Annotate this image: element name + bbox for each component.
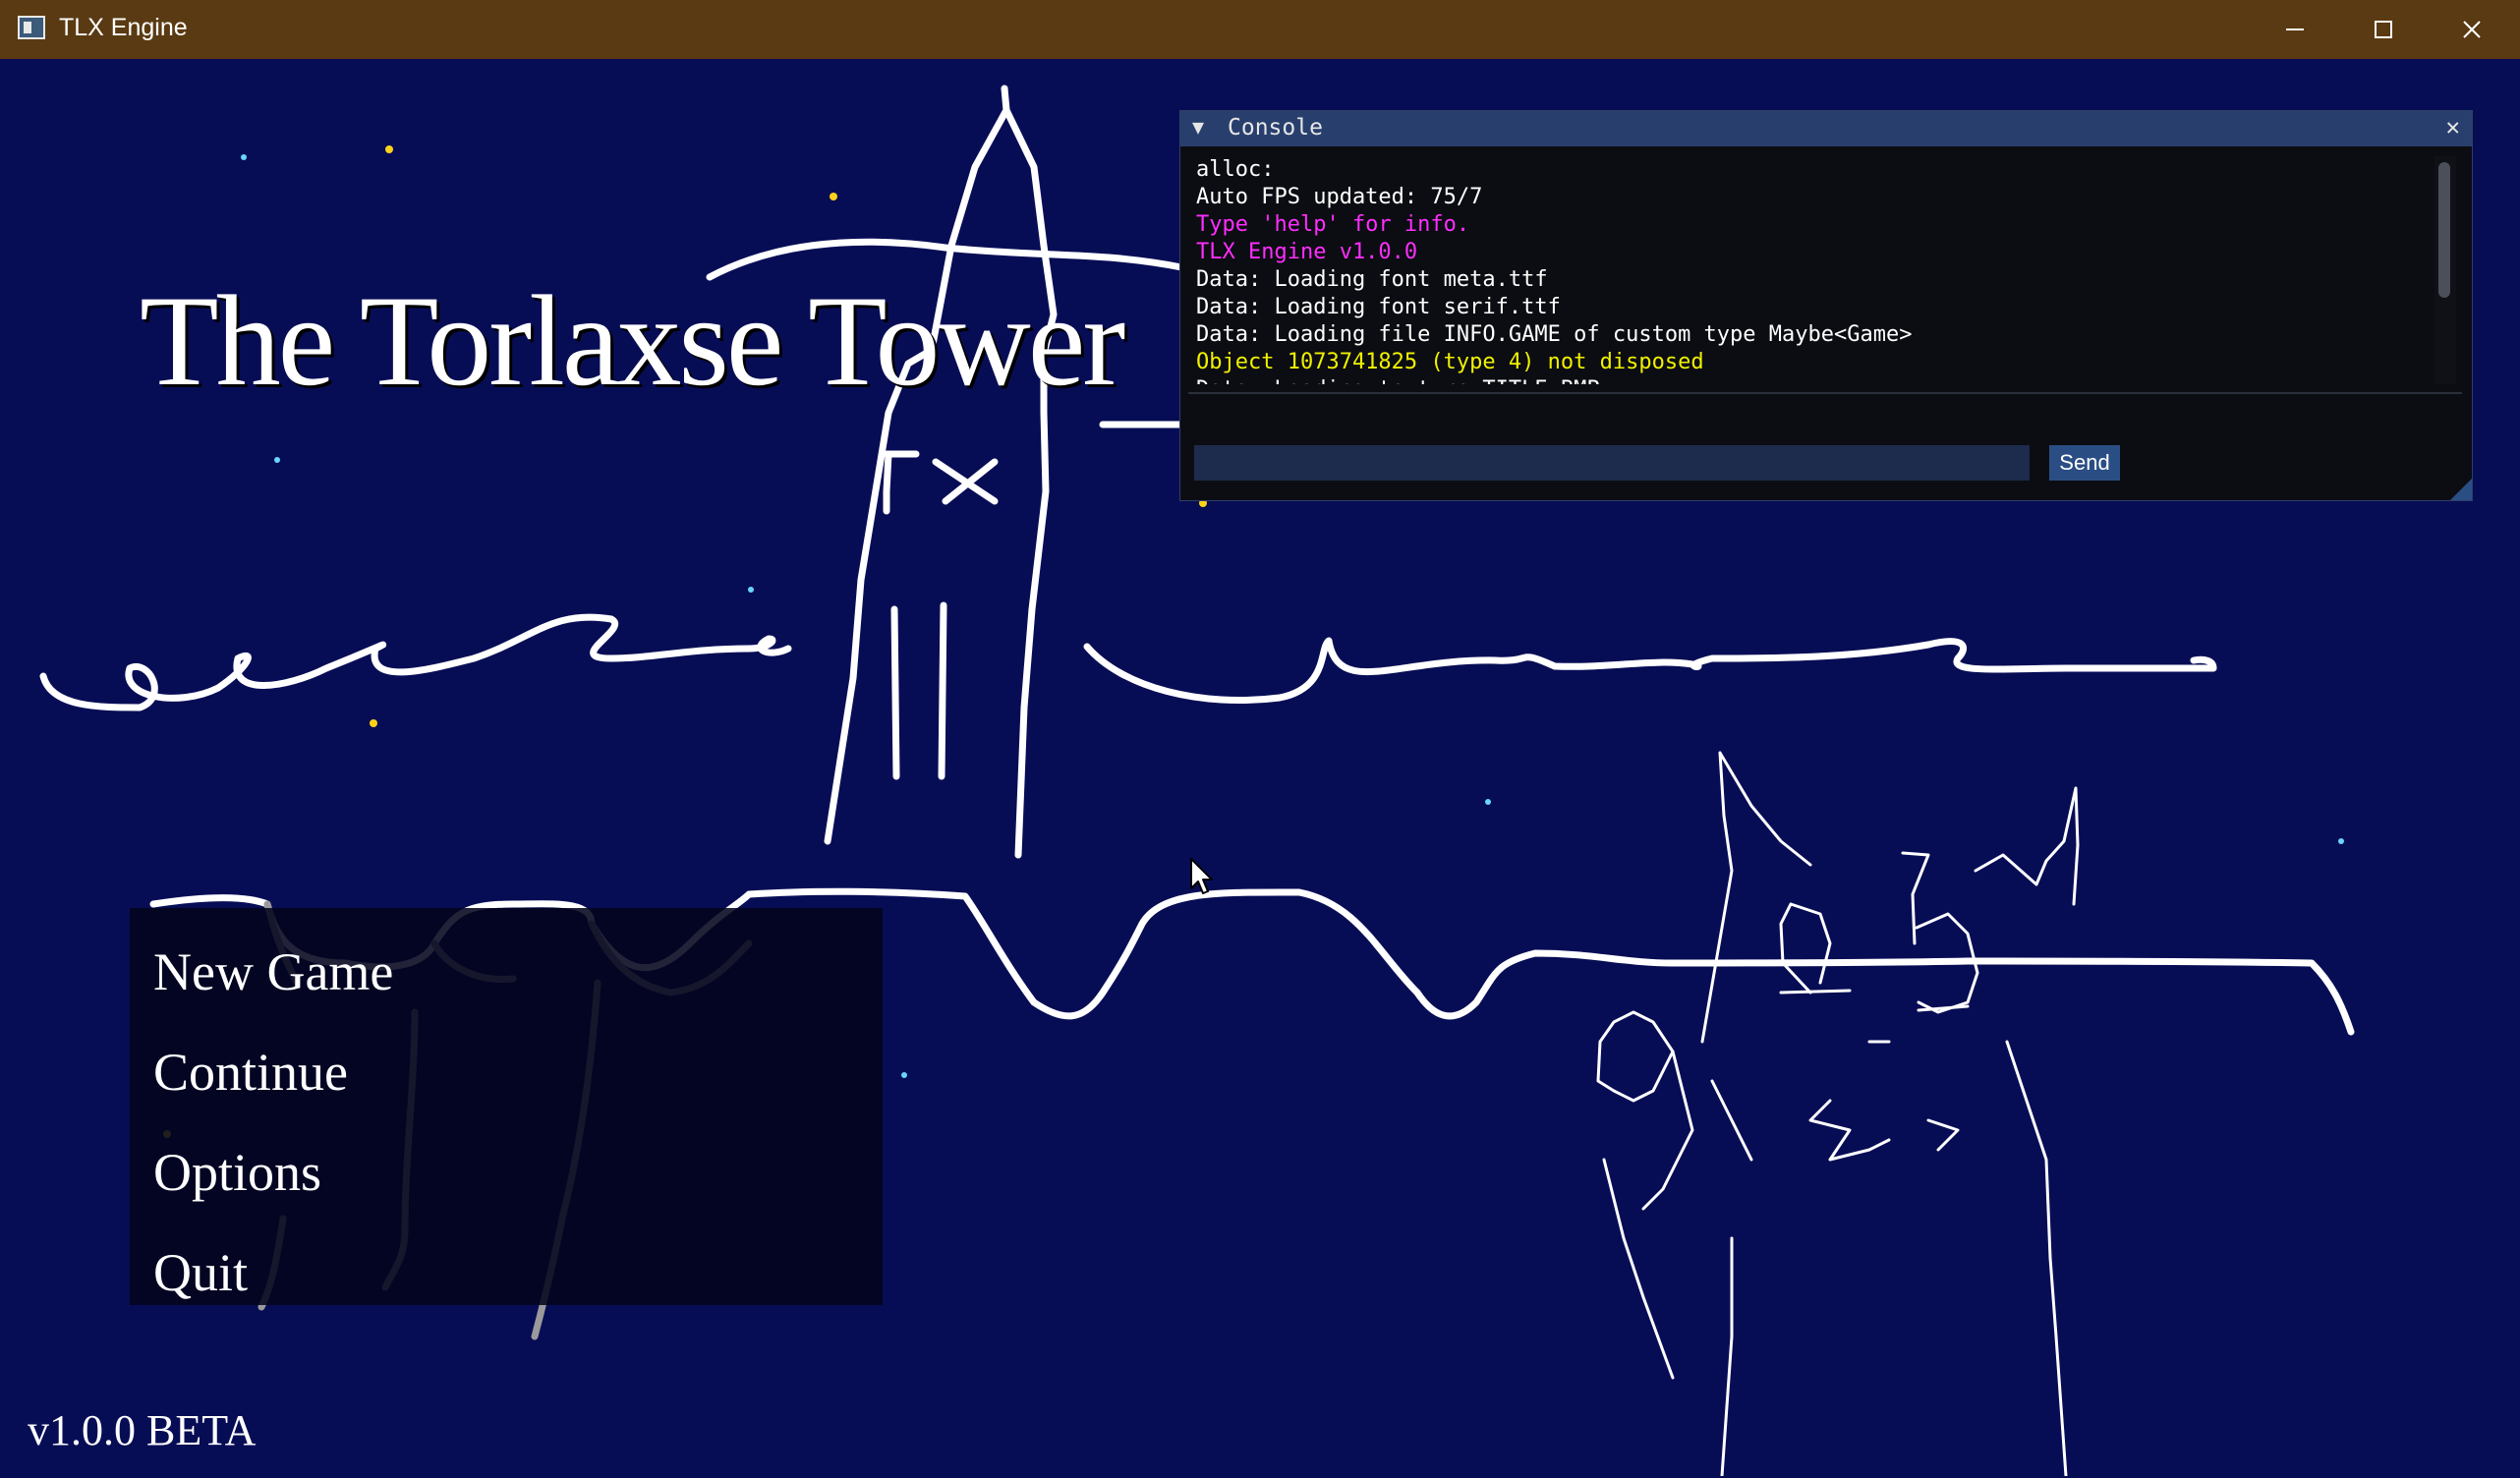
- console-log-line: Data: Loading file INFO.GAME of custom t…: [1196, 322, 1913, 347]
- mouse-pointer-icon: [1190, 858, 1213, 894]
- console-divider: [1188, 392, 2462, 394]
- app-window-icon: [18, 16, 45, 39]
- console-log-line: Type 'help' for info.: [1196, 212, 1470, 237]
- console-title-bar[interactable]: ▼ Console ✕: [1180, 111, 2472, 146]
- game-title: The Torlaxse Tower: [140, 268, 1125, 413]
- close-icon: [2463, 21, 2481, 38]
- console-log-line: Data: Loading font meta.ttf: [1196, 267, 1548, 292]
- console-log-line: Data: Loading texture TITLE.BMP: [1196, 376, 2436, 384]
- console-log-line: Auto FPS updated: 75/7: [1196, 185, 1483, 209]
- console-window[interactable]: ▼ Console ✕ alloc: Auto FPS updated: 75/7…: [1179, 110, 2473, 501]
- console-scrollbar[interactable]: [2434, 156, 2456, 384]
- console-send-button[interactable]: Send: [2049, 445, 2120, 481]
- menu-quit[interactable]: Quit: [153, 1242, 248, 1303]
- wave-line-upper: [39, 613, 2217, 711]
- console-log-line: alloc:: [1196, 157, 1275, 182]
- collapse-triangle-icon[interactable]: ▼: [1192, 115, 1204, 139]
- console-log-line: Object 1073741825 (type 4) not disposed: [1196, 350, 1704, 374]
- cat-drawing: [1596, 751, 2080, 1476]
- window-title: TLX Engine: [59, 14, 188, 41]
- title-bar[interactable]: TLX Engine: [0, 0, 2520, 59]
- menu-new-game[interactable]: New Game: [153, 941, 393, 1002]
- console-close-icon[interactable]: ✕: [2446, 113, 2460, 141]
- menu-continue[interactable]: Continue: [153, 1042, 348, 1103]
- minimize-icon: [2286, 28, 2304, 30]
- application-window: TLX Engine The Torlaxse Tower New Game C…: [0, 0, 2520, 1478]
- console-command-input[interactable]: [1194, 445, 2030, 481]
- console-title: Console: [1228, 115, 1323, 141]
- resize-grip-icon[interactable]: [2450, 479, 2472, 500]
- console-scroll-thumb[interactable]: [2438, 162, 2450, 298]
- menu-options[interactable]: Options: [153, 1142, 321, 1203]
- game-viewport[interactable]: The Torlaxse Tower New Game Continue Opt…: [2, 59, 2518, 1476]
- close-button[interactable]: [2428, 0, 2516, 59]
- minimize-button[interactable]: [2251, 0, 2339, 59]
- main-menu: New Game Continue Options Quit: [130, 908, 883, 1305]
- maximize-icon: [2375, 21, 2392, 38]
- console-log-line: TLX Engine v1.0.0: [1196, 240, 1418, 264]
- tower-drawing: [706, 85, 1185, 859]
- maximize-button[interactable]: [2339, 0, 2428, 59]
- console-log-line: Data: Loading font serif.ttf: [1196, 295, 1561, 319]
- console-log: alloc: Auto FPS updated: 75/7 Type 'help' …: [1196, 156, 2436, 384]
- version-label: v1.0.0 BETA: [28, 1406, 257, 1454]
